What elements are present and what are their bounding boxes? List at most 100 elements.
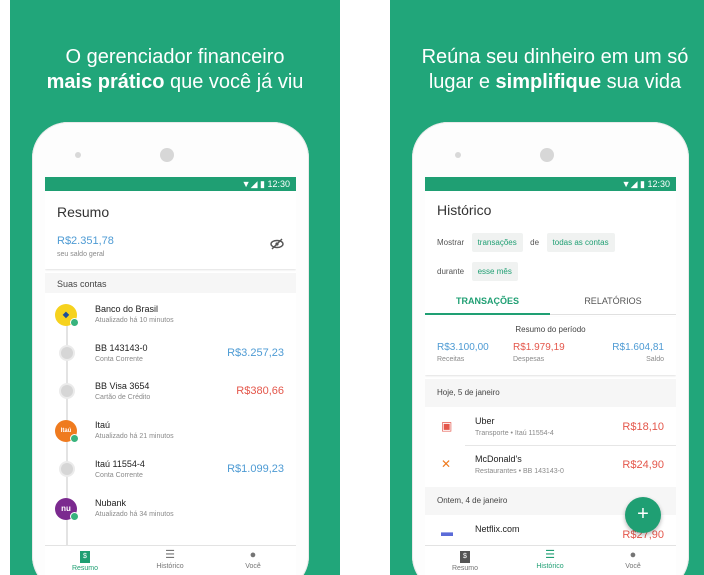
nav-historico[interactable]: ☰ Histórico (140, 549, 200, 570)
section-title: Suas contas (57, 279, 107, 289)
status-time: 12:30 (647, 179, 670, 189)
nav-label: Você (625, 563, 641, 570)
account-row[interactable]: BB Visa 3654 Cartão de Crédito R$380,66 (45, 373, 296, 409)
status-bar: ▼◢ ▮ 12:30 (425, 177, 676, 191)
transaction-name: Uber (475, 416, 495, 426)
dollar-icon: $ (435, 549, 495, 563)
check-icon (70, 434, 79, 443)
nav-historico[interactable]: ☰ Histórico (520, 549, 580, 570)
headline-rest: que você já viu (164, 71, 304, 93)
filter-type-chip[interactable]: transações (471, 233, 523, 252)
total-balance: R$2.351,78 (57, 235, 114, 247)
total-balance-label: seu saldo geral (57, 251, 105, 258)
account-group-nubank[interactable]: nu Nubank Atualizado há 34 minutos (45, 491, 296, 527)
food-icon: ✕ (441, 457, 452, 471)
nav-resumo[interactable]: $ Resumo (435, 549, 495, 572)
nav-label: Você (245, 563, 261, 570)
filter-period-chip[interactable]: esse mês (471, 262, 518, 281)
account-balance: R$3.257,23 (227, 347, 284, 359)
balance-label: Saldo (646, 356, 664, 363)
day-header: Hoje, 5 de janeiro (425, 379, 676, 407)
bus-icon: ▣ (441, 419, 453, 433)
account-icon: ● (629, 549, 637, 561)
eye-off-icon[interactable] (270, 238, 284, 250)
nav-voce[interactable]: ● Você (223, 549, 283, 570)
account-sub: Conta Corrente (95, 472, 143, 479)
list-icon: ☰ (545, 549, 555, 561)
account-group-bb[interactable]: ◆ Banco do Brasil Atualizado há 10 minut… (45, 297, 296, 333)
account-icon (61, 347, 73, 359)
page-title: Resumo (57, 204, 110, 220)
account-sub: Conta Corrente (95, 356, 143, 363)
credit-card-icon (61, 385, 73, 397)
transaction-amount: R$24,90 (622, 459, 664, 471)
check-icon (70, 512, 79, 521)
plus-icon: + (637, 503, 649, 525)
tab-indicator (425, 313, 550, 315)
status-bar: ▼◢ ▮ 12:30 (45, 177, 296, 191)
account-row[interactable]: BB 143143-0 Conta Corrente R$3.257,23 (45, 335, 296, 371)
phone-camera (540, 148, 554, 162)
transaction-sub: Restaurantes • BB 143143-0 (475, 468, 564, 475)
bank-icon: Itaú (55, 420, 79, 443)
phone-camera (160, 148, 174, 162)
itau-logo-text: Itaú (60, 428, 72, 434)
account-icon (61, 463, 73, 475)
nav-label: Histórico (156, 563, 184, 570)
account-balance: R$380,66 (236, 385, 284, 397)
period-title: Resumo do período (515, 325, 586, 334)
transaction-amount: R$18,10 (622, 421, 664, 433)
account-sub: Atualizado há 21 minutos (95, 433, 174, 440)
account-name: Nubank (95, 498, 127, 508)
status-time: 12:30 (267, 179, 290, 189)
balance-value: R$1.604,81 (612, 342, 664, 353)
account-icon: ● (249, 549, 257, 561)
promo-panel-historico: Reúna seu dinheiro em um só lugar e simp… (390, 0, 704, 575)
transaction-name: Netflix.com (475, 524, 520, 534)
tab-relatorios[interactable]: RELATÓRIOS (550, 296, 676, 306)
headline-line-1: O gerenciador financeiro (65, 46, 285, 68)
account-row[interactable]: Itaú 11554-4 Conta Corrente R$1.099,23 (45, 451, 296, 487)
promo-headline: O gerenciador financeiro mais prático qu… (10, 45, 340, 95)
filter-accounts-chip[interactable]: todas as contas (546, 233, 615, 252)
nav-label: Histórico (536, 563, 564, 570)
account-name: Banco do Brasil (95, 304, 159, 314)
promo-headline: Reúna seu dinheiro em um só lugar e simp… (390, 45, 704, 95)
row-divider (465, 445, 676, 446)
account-group-itau[interactable]: Itaú Itaú Atualizado há 21 minutos (45, 413, 296, 449)
headline-line-1: Reúna seu dinheiro em um só (421, 46, 689, 68)
filter-sentence: Mostrar transações de todas as contas (437, 232, 676, 252)
bottom-navigation: $ Resumo ☰ Histórico ● Você (45, 545, 296, 575)
headline-bold: mais prático (46, 71, 165, 93)
tab-transacoes[interactable]: TRANSAÇÕES (425, 296, 550, 306)
list-icon: ☰ (165, 549, 175, 561)
expense-value: R$1.979,19 (513, 342, 565, 353)
subscription-icon: ▬ (441, 525, 453, 539)
filter-label: de (530, 238, 540, 247)
app-screen: ▼◢ ▮ 12:30 Resumo R$2.351,78 seu saldo g… (45, 177, 296, 575)
nubank-logo-text: nu (61, 504, 71, 513)
dollar-icon: $ (55, 549, 115, 563)
day-label: Hoje, 5 de janeiro (437, 388, 500, 397)
page-title: Histórico (437, 202, 492, 218)
phone-frame: ▼◢ ▮ 12:30 Resumo R$2.351,78 seu saldo g… (32, 122, 309, 575)
headline-line-2: mais prático que você já viu (10, 70, 340, 95)
nav-resumo[interactable]: $ Resumo (55, 549, 115, 572)
transaction-row[interactable]: ▣ Uber Transporte • Itaú 11554-4 R$18,10 (425, 409, 676, 445)
add-transaction-button[interactable]: + (625, 497, 661, 533)
bank-icon: ◆ (55, 304, 79, 327)
headline-pre: lugar e (428, 71, 496, 93)
account-sub: Atualizado há 34 minutos (95, 511, 174, 518)
phone-speaker (75, 152, 81, 158)
accounts-section-header: Suas contas (45, 273, 296, 293)
transaction-name: McDonald's (475, 454, 522, 464)
app-screen: ▼◢ ▮ 12:30 Histórico Mostrar transações … (425, 177, 676, 575)
day-label: Ontem, 4 de janeiro (437, 496, 508, 505)
transaction-row[interactable]: ✕ McDonald's Restaurantes • BB 143143-0 … (425, 447, 676, 483)
income-value: R$3.100,00 (437, 342, 489, 353)
nav-voce[interactable]: ● Você (603, 549, 663, 570)
income-label: Receitas (437, 356, 465, 363)
bank-icon: nu (55, 498, 79, 521)
account-name: BB Visa 3654 (95, 381, 150, 391)
filter-sentence-2: durante esse mês (437, 261, 676, 281)
